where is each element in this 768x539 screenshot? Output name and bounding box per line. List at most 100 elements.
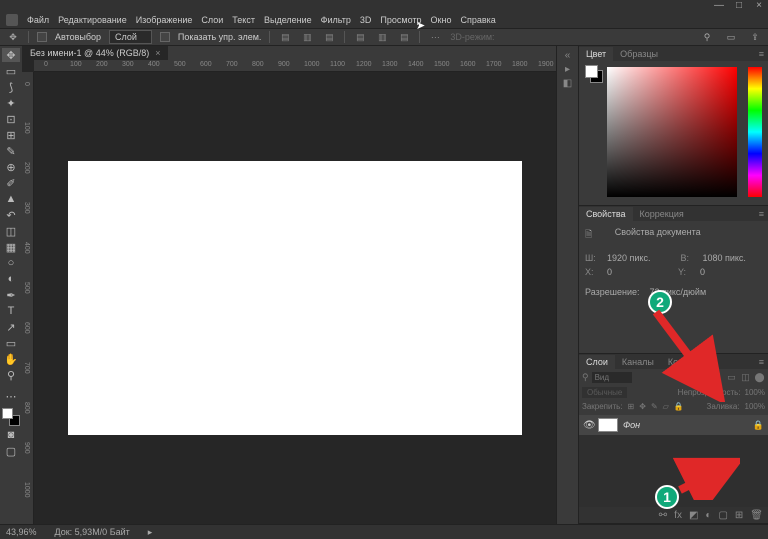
adjustment-layer-icon[interactable]: ◐ [705, 510, 711, 521]
align-center-h-icon[interactable]: ▥ [300, 31, 314, 43]
tab-layers[interactable]: Слои [579, 355, 615, 369]
link-layers-icon[interactable]: ⚯ [659, 510, 667, 521]
eyedropper-tool[interactable]: ✎ [2, 144, 20, 158]
color-swatches[interactable] [2, 408, 20, 426]
gradient-tool[interactable]: ▦ [2, 240, 20, 254]
panel-menu-icon[interactable]: ≡ [755, 209, 768, 219]
tab-paths[interactable]: Контуры [661, 355, 710, 369]
canvas-viewport[interactable] [34, 72, 556, 524]
layer-filter-input[interactable] [592, 372, 632, 383]
history-icon[interactable]: ▸ [561, 64, 575, 74]
menu-image[interactable]: Изображение [136, 15, 193, 25]
layer-row[interactable]: 👁 Фон 🔒 [579, 415, 768, 435]
blur-tool[interactable]: ○ [2, 256, 20, 270]
path-tool[interactable]: ↗ [2, 320, 20, 334]
blend-mode-dropdown[interactable]: Обычные [582, 387, 627, 398]
close-tab-icon[interactable]: × [155, 48, 160, 58]
ruler-horizontal[interactable]: 0100200300400500600700800900100011001200… [34, 60, 556, 72]
move-tool[interactable]: ✥ [2, 48, 20, 62]
layer-style-icon[interactable]: fx [674, 510, 682, 521]
align-top-icon[interactable]: ▤ [353, 31, 367, 43]
ruler-vertical[interactable]: 01002003004005006007008009001000 [22, 72, 34, 524]
pen-tool[interactable]: ✒ [2, 288, 20, 302]
filter-toggle[interactable]: ⬤ [754, 372, 765, 383]
visibility-icon[interactable]: 👁 [583, 420, 593, 431]
new-layer-icon[interactable]: ⊞ [735, 510, 743, 521]
history-brush-tool[interactable]: ↶ [2, 208, 20, 222]
menu-select[interactable]: Выделение [264, 15, 312, 25]
crop-tool[interactable]: ⊡ [2, 112, 20, 126]
align-center-v-icon[interactable]: ▥ [375, 31, 389, 43]
healing-tool[interactable]: ⊕ [2, 160, 20, 174]
close-button[interactable]: × [754, 1, 764, 11]
lock-icon[interactable]: 🔒 [674, 402, 684, 411]
filter-smart-icon[interactable]: ◫ [740, 372, 751, 383]
marquee-tool[interactable]: ▭ [2, 64, 20, 78]
panel-menu-icon[interactable]: ≡ [755, 357, 768, 367]
menu-3d[interactable]: 3D [360, 15, 372, 25]
hand-tool[interactable]: ✋ [2, 352, 20, 366]
stamp-tool[interactable]: ▲ [2, 192, 20, 206]
lock-pos-icon[interactable]: ✥ [639, 402, 646, 411]
brush-tool[interactable]: ✐ [2, 176, 20, 190]
shape-tool[interactable]: ▭ [2, 336, 20, 350]
auto-select-checkbox[interactable] [37, 32, 47, 42]
panel-icon[interactable]: ◧ [561, 78, 575, 88]
zoom-level[interactable]: 43,96% [6, 527, 37, 537]
color-fg-bg-swatch[interactable] [585, 65, 603, 83]
fill-value[interactable]: 100% [745, 402, 765, 411]
filter-adjust-icon[interactable]: ◐ [698, 372, 709, 382]
tab-adjustments[interactable]: Коррекция [633, 207, 691, 221]
filter-pixel-icon[interactable]: ▦ [684, 372, 695, 383]
menu-filter[interactable]: Фильтр [321, 15, 351, 25]
menu-window[interactable]: Окно [431, 15, 452, 25]
eraser-tool[interactable]: ◫ [2, 224, 20, 238]
panel-menu-icon[interactable]: ≡ [755, 49, 768, 59]
type-tool[interactable]: T [2, 304, 20, 318]
document-canvas[interactable] [68, 161, 522, 435]
delete-layer-icon[interactable]: 🗑 [750, 510, 763, 521]
status-chevron-icon[interactable]: ▸ [148, 527, 153, 538]
align-right-icon[interactable]: ▤ [322, 31, 336, 43]
align-left-icon[interactable]: ▤ [278, 31, 292, 43]
document-tab[interactable]: Без имени-1 @ 44% (RGB/8) × [22, 46, 168, 60]
menu-text[interactable]: Текст [232, 15, 255, 25]
show-controls-checkbox[interactable] [160, 32, 170, 42]
quickmask-tool[interactable]: ◙ [2, 428, 20, 442]
minimize-button[interactable]: — [714, 1, 724, 11]
layer-name[interactable]: Фон [623, 420, 640, 430]
dodge-tool[interactable]: ◐ [2, 272, 20, 286]
menu-layers[interactable]: Слои [201, 15, 223, 25]
zoom-tool[interactable]: ⚲ [2, 368, 20, 382]
search-icon[interactable]: ⚲ [700, 30, 714, 44]
menu-edit[interactable]: Редактирование [58, 15, 127, 25]
tab-color[interactable]: Цвет [579, 47, 613, 61]
align-bottom-icon[interactable]: ▤ [397, 31, 411, 43]
layer-mask-icon[interactable]: ◩ [689, 510, 698, 521]
expand-icon[interactable]: « [561, 50, 575, 60]
filter-shape-icon[interactable]: ▭ [726, 372, 737, 383]
share-icon[interactable]: ⇪ [748, 30, 762, 44]
color-field[interactable] [607, 67, 737, 197]
opacity-value[interactable]: 100% [745, 388, 765, 397]
filter-type-icon[interactable]: T [712, 372, 723, 382]
wand-tool[interactable]: ✦ [2, 96, 20, 110]
layer-lock-icon[interactable]: 🔒 [753, 420, 764, 431]
edit-toolbar[interactable]: ⋯ [2, 389, 20, 403]
screenmode-tool[interactable]: ▢ [2, 444, 20, 458]
lock-all-icon[interactable]: ⊞ [628, 402, 635, 411]
arrange-icon[interactable]: ▭ [724, 30, 738, 44]
frame-tool[interactable]: ⊞ [2, 128, 20, 142]
app-logo-icon[interactable] [6, 14, 18, 26]
lock-pixel-icon[interactable]: ✎ [651, 402, 658, 411]
lock-artboard-icon[interactable]: ▱ [663, 402, 669, 411]
layer-dropdown[interactable]: Слой [109, 30, 152, 44]
lasso-tool[interactable]: ⟆ [2, 80, 20, 94]
doc-size[interactable]: Док: 5,93M/0 Байт [55, 527, 130, 537]
distribute-icon[interactable]: ⋯ [428, 31, 442, 43]
maximize-button[interactable]: □ [734, 1, 744, 11]
tab-properties[interactable]: Свойства [579, 207, 633, 221]
move-tool-icon[interactable]: ✥ [6, 30, 20, 44]
layer-thumbnail[interactable] [598, 418, 618, 432]
menu-help[interactable]: Справка [460, 15, 495, 25]
